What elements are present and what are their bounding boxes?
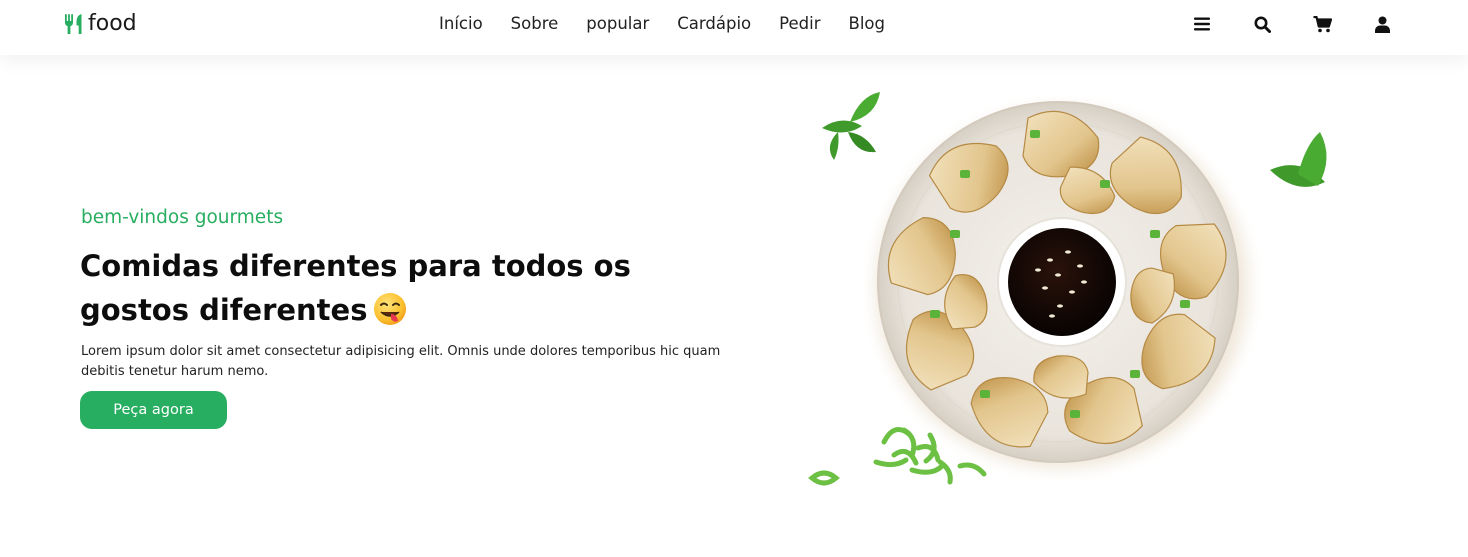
nav-item-pedir[interactable]: Pedir	[779, 13, 820, 35]
site-header: food Início Sobre popular Cardápio Pedir…	[0, 0, 1468, 55]
nav-item-cardapio[interactable]: Cardápio	[677, 13, 751, 35]
nav-item-blog[interactable]: Blog	[849, 13, 885, 35]
nav-item-inicio[interactable]: Início	[439, 13, 483, 35]
mint-leaf-right	[1270, 132, 1327, 187]
hero-tagline: bem-vindos gourmets	[81, 207, 284, 228]
hero-image-dumplings	[800, 70, 1360, 550]
hero-description: Lorem ipsum dolor sit amet consectetur a…	[81, 344, 721, 379]
hero-headline-text: Comidas diferentes para todos os gostos …	[80, 249, 631, 327]
cart-icon[interactable]	[1310, 12, 1334, 36]
header-icons	[1190, 12, 1394, 36]
main-nav: Início Sobre popular Cardápio Pedir Blog	[439, 13, 885, 35]
order-now-button[interactable]: Peça agora	[80, 391, 227, 429]
brand-name: food	[88, 11, 137, 36]
brand-logo[interactable]: food	[64, 10, 137, 38]
nav-item-popular[interactable]: popular	[586, 13, 649, 35]
menu-icon[interactable]	[1190, 12, 1214, 36]
nav-item-sobre[interactable]: Sobre	[511, 13, 559, 35]
yum-face-emoji-icon	[373, 292, 407, 338]
user-icon[interactable]	[1370, 12, 1394, 36]
hero-headline: Comidas diferentes para todos os gostos …	[80, 244, 740, 338]
mint-leaf-left	[822, 92, 880, 160]
utensils-icon	[64, 13, 84, 35]
search-icon[interactable]	[1250, 12, 1274, 36]
